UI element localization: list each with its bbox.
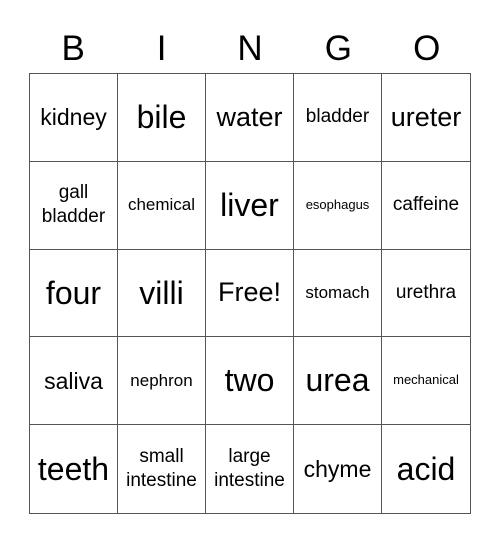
bingo-cell[interactable]: esophagus: [294, 161, 382, 250]
bingo-cell[interactable]: villi: [118, 249, 206, 338]
bingo-cell[interactable]: nephron: [118, 337, 206, 426]
bingo-cell[interactable]: bile: [118, 74, 206, 162]
header-letter-i: I: [156, 29, 167, 68]
bingo-cell[interactable]: acid: [382, 425, 470, 513]
bingo-cell[interactable]: ureter: [382, 74, 470, 162]
bingo-cell[interactable]: urea: [294, 337, 382, 426]
bingo-cell[interactable]: liver: [206, 161, 294, 250]
bingo-cell[interactable]: caffeine: [382, 162, 470, 250]
bingo-cell[interactable]: saliva: [30, 337, 118, 426]
bingo-cell[interactable]: chemical: [118, 161, 206, 250]
bingo-cell[interactable]: two: [206, 337, 294, 426]
bingo-cell[interactable]: large intestine: [206, 425, 294, 513]
bingo-cell[interactable]: water: [206, 74, 294, 162]
bingo-cell[interactable]: urethra: [382, 250, 470, 338]
bingo-cell[interactable]: four: [30, 249, 118, 338]
bingo-cell[interactable]: teeth: [30, 425, 118, 513]
bingo-card: kidney bile water bladder ureter gall bl…: [29, 73, 471, 514]
bingo-cell[interactable]: mechanical: [382, 337, 470, 426]
bingo-cell[interactable]: chyme: [294, 425, 382, 513]
bingo-cell[interactable]: bladder: [294, 74, 382, 162]
bingo-cell[interactable]: kidney: [30, 74, 118, 162]
header-letter-g: G: [324, 29, 352, 68]
bingo-cell[interactable]: small intestine: [118, 425, 206, 513]
bingo-cell[interactable]: stomach: [294, 249, 382, 338]
header-letter-o: O: [413, 29, 441, 68]
free-space[interactable]: Free!: [206, 249, 294, 338]
header-letter-b: B: [61, 29, 85, 68]
bingo-cell[interactable]: gall bladder: [30, 161, 118, 250]
header-letter-n: N: [237, 29, 263, 68]
bingo-header: B I N G O: [29, 26, 471, 72]
